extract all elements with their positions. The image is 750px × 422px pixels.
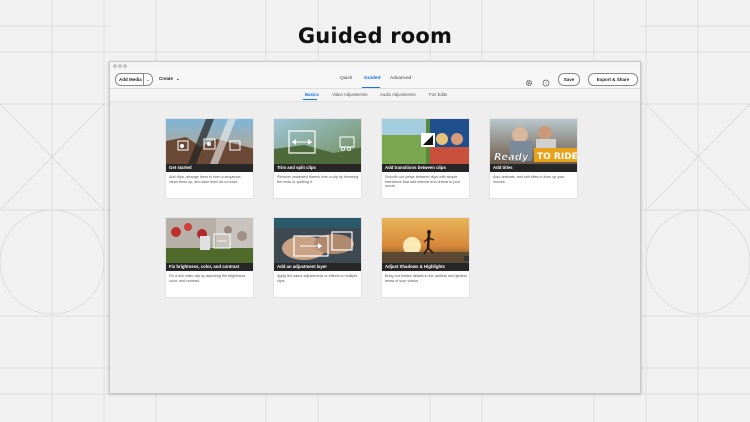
- card-add-transitions[interactable]: Add transitions between clips Smooth out…: [381, 118, 470, 199]
- tab-guided[interactable]: Guided: [364, 73, 381, 84]
- svg-text:i: i: [545, 81, 546, 87]
- card-title: Get started: [166, 164, 253, 172]
- card-title: Add an adjustment layer: [274, 263, 361, 271]
- card-description: Apply the same adjustments or effects to…: [277, 274, 358, 283]
- window-minimize-dot[interactable]: [118, 64, 122, 68]
- card-adjust-shadows-highlights[interactable]: Adjust Shadows & Highlights Bring out hi…: [381, 217, 470, 298]
- subtab-video-adjustments[interactable]: Video Adjustments: [332, 90, 368, 99]
- card-description: Fix a dull video clip by adjusting the b…: [169, 274, 247, 283]
- guided-edits-grid: Get started Add clips, arrange them to f…: [110, 102, 640, 393]
- card-get-started[interactable]: Get started Add clips, arrange them to f…: [165, 118, 254, 199]
- card-title: Add transitions between clips: [382, 164, 469, 172]
- card-description: Add, animate, and edit titles to liven u…: [493, 175, 565, 184]
- card-add-adjustment-layer[interactable]: Add an adjustment layer Apply the same a…: [273, 217, 362, 298]
- page-title: Guided room: [297, 24, 453, 48]
- save-button[interactable]: Save: [558, 73, 580, 86]
- card-thumbnail: [382, 218, 469, 263]
- add-media-button[interactable]: Add Media ⌄: [115, 73, 153, 86]
- add-media-label: Add Media: [119, 77, 142, 82]
- title-bar: [110, 62, 640, 70]
- subtab-fun-edits[interactable]: Fun Edits: [429, 90, 447, 99]
- card-description: Add clips, arrange them to form a sequen…: [169, 175, 242, 184]
- app-window: Add Media ⌄ Create ⌄ Quick Guided Advance…: [109, 61, 641, 393]
- gear-icon[interactable]: [525, 74, 533, 87]
- active-subtab-indicator: [303, 99, 317, 100]
- tab-quick[interactable]: Quick: [340, 73, 352, 84]
- svg-text:Ready: Ready: [494, 152, 529, 163]
- card-fix-brightness[interactable]: Fix brightness, color, and contrast Fix …: [165, 217, 254, 298]
- window-close-dot[interactable]: [113, 64, 117, 68]
- help-icon[interactable]: i: [542, 74, 550, 87]
- card-title: Add titles: [490, 164, 577, 172]
- card-title: Trim and split clips: [274, 164, 361, 172]
- card-description: Smooth out jumps between clips with simp…: [385, 175, 461, 189]
- subtab-audio-adjustments[interactable]: Audio Adjustments: [380, 90, 416, 99]
- sub-tabs: Basics Video Adjustments Audio Adjustmen…: [110, 89, 640, 102]
- card-add-titles[interactable]: Ready TO RIDE! Add titles Add, animate, …: [489, 118, 578, 199]
- chevron-down-icon: ⌄: [176, 76, 180, 81]
- create-menu[interactable]: Create ⌄: [159, 73, 180, 84]
- svg-text:TO RIDE!: TO RIDE!: [537, 152, 578, 162]
- card-thumbnail: [382, 119, 469, 164]
- card-description: Bring out hidden details in the darkest …: [385, 274, 467, 283]
- create-label: Create: [159, 76, 174, 81]
- card-thumbnail: [274, 218, 361, 263]
- card-thumbnail: [166, 218, 253, 263]
- card-title: Fix brightness, color, and contrast: [166, 263, 253, 271]
- chevron-down-icon[interactable]: ⌄: [146, 74, 150, 85]
- window-maximize-dot[interactable]: [123, 64, 127, 68]
- active-mode-indicator: [362, 87, 380, 88]
- subtab-basics[interactable]: Basics: [305, 90, 319, 99]
- card-title: Adjust Shadows & Highlights: [382, 263, 469, 271]
- card-description: Remove unwanted frames from a clip by tr…: [277, 175, 359, 184]
- card-thumbnail: [166, 119, 253, 164]
- card-thumbnail: [274, 119, 361, 164]
- card-trim-and-split[interactable]: Trim and split clips Remove unwanted fra…: [273, 118, 362, 199]
- export-share-button[interactable]: Export & Share: [588, 73, 638, 86]
- tab-advanced[interactable]: Advanced: [390, 73, 411, 84]
- top-toolbar: Add Media ⌄ Create ⌄ Quick Guided Advance…: [110, 70, 640, 89]
- card-thumbnail: Ready TO RIDE!: [490, 119, 578, 164]
- add-media-divider: [143, 74, 144, 85]
